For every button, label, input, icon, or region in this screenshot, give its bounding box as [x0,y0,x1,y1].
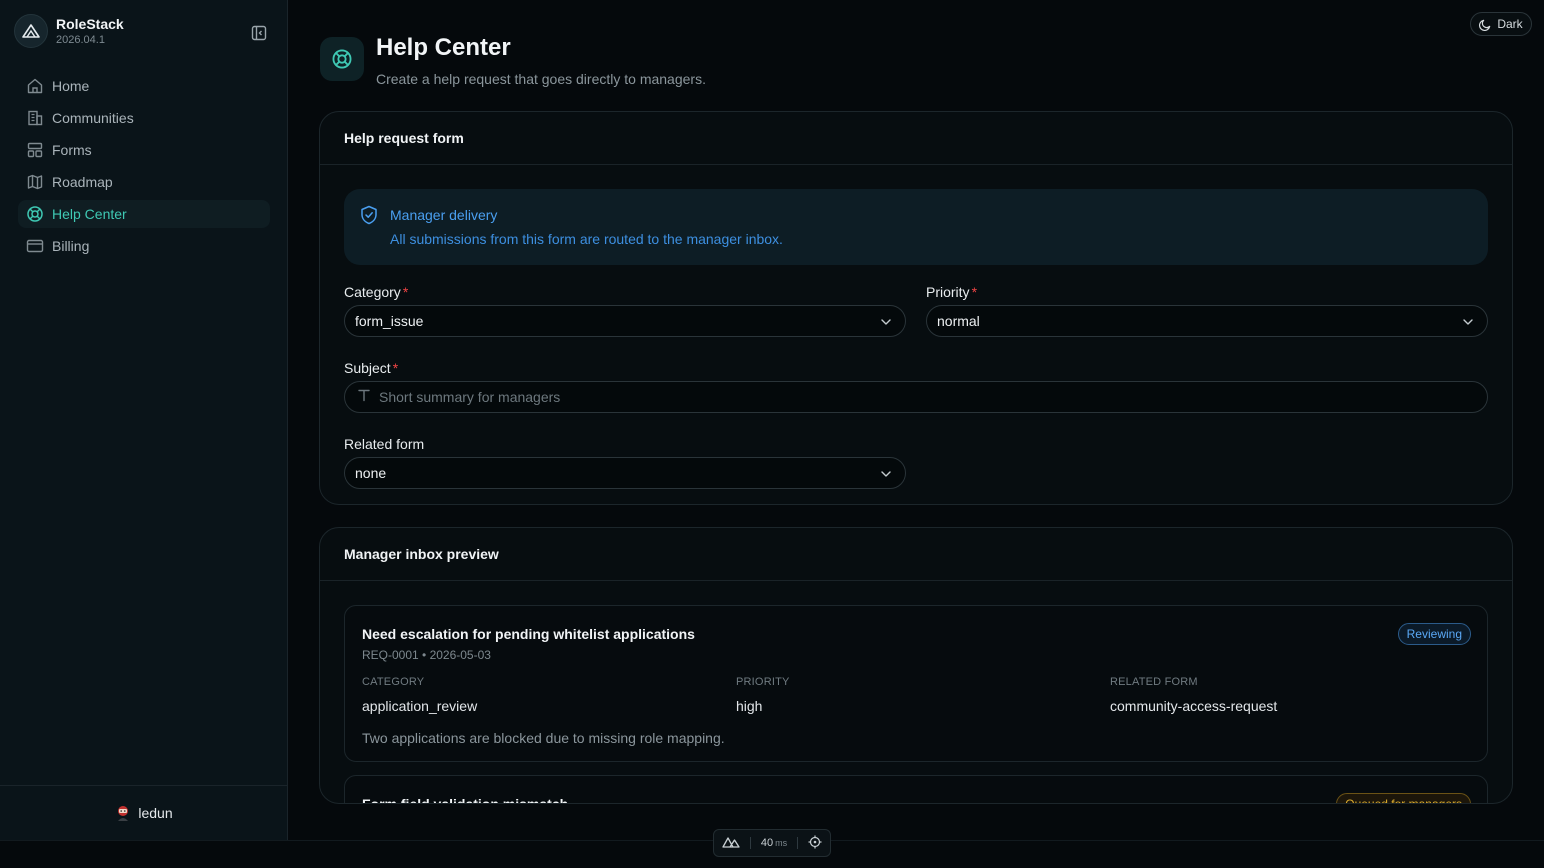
sidebar: RoleStack 2026.04.1 Home Communities For… [0,0,288,840]
page-title: Help Center [376,34,511,61]
request-description: Two applications are blocked due to miss… [362,730,725,746]
sidebar-item-label: Forms [52,142,92,158]
app-version: 2026.04.1 [56,34,105,46]
status-badge: Queued for managers [1336,793,1471,803]
subject-field[interactable] [344,381,1488,413]
sidebar-item-label: Billing [52,238,90,254]
category-value: form_issue [355,313,424,329]
category-field-label: CATEGORY [362,676,425,688]
sidebar-item-help-center[interactable]: Help Center [18,200,270,228]
moon-icon [1479,19,1491,31]
avatar [114,804,132,822]
sidebar-item-communities[interactable]: Communities [18,104,270,132]
priority-field-label: PRIORITY [736,676,790,688]
subject-label: Subject * [344,360,399,376]
sidebar-item-label: Roadmap [52,174,113,190]
help-request-form-card: Help request form Manager delivery All s… [319,111,1513,505]
required-marker: * [971,284,978,300]
category-field-value: application_review [362,698,478,714]
page-subtitle: Create a help request that goes directly… [376,71,706,87]
user-name: ledun [138,805,173,821]
text-type-icon [357,388,371,407]
chevron-down-icon [879,467,893,484]
required-marker: * [392,360,399,376]
sidebar-item-label: Communities [52,110,134,126]
dev-toolbar[interactable]: 40 ms [713,829,831,857]
sidebar-item-roadmap[interactable]: Roadmap [18,168,270,196]
request-title: Form field validation mismatch [362,796,569,804]
priority-label: Priority * [926,284,978,300]
latency-value: 40 [760,837,774,849]
card-title: Help request form [320,112,1512,165]
priority-select[interactable]: normal [926,305,1488,337]
lifebuoy-icon [320,37,364,81]
lifebuoy-icon [26,205,44,223]
priority-field-value: high [736,698,763,714]
nuxt-logo-icon[interactable] [722,836,740,851]
logo-icon [14,14,48,48]
related-form-label: Related form [344,436,425,452]
sidebar-nav: Home Communities Forms Roadmap Help Cent… [18,72,270,264]
sidebar-item-forms[interactable]: Forms [18,136,270,164]
sidebar-item-label: Help Center [52,206,127,222]
request-item[interactable]: Need escalation for pending whitelist ap… [344,605,1488,762]
status-badge: Reviewing [1397,623,1471,645]
map-icon [26,173,44,191]
chevron-down-icon [1461,315,1475,332]
subject-input[interactable] [379,389,1429,405]
divider [749,837,751,849]
shield-check-icon [360,205,378,230]
sidebar-item-label: Home [52,78,90,94]
app-name: RoleStack [56,16,124,32]
required-marker: * [402,284,409,300]
crosshair-icon[interactable] [808,835,822,852]
sidebar-item-home[interactable]: Home [18,72,270,100]
related-form-value: none [355,465,387,481]
chevron-down-icon [879,315,893,332]
latency-unit: ms [775,838,788,848]
divider [797,837,799,849]
home-icon [26,77,44,95]
request-meta: REQ-0001 • 2026-05-03 [362,648,491,662]
building-icon [26,109,44,127]
sidebar-item-billing[interactable]: Billing [18,232,270,260]
related-form-field-value: community-access-request [1110,698,1278,714]
manager-inbox-card: Manager inbox preview Need escalation fo… [319,527,1513,804]
brand[interactable]: RoleStack 2026.04.1 [14,14,124,48]
theme-toggle-label: Dark [1497,17,1523,31]
notice-text: All submissions from this form are route… [390,231,783,247]
manager-delivery-notice: Manager delivery All submissions from th… [344,189,1488,265]
category-label: Category * [344,284,409,300]
card-title: Manager inbox preview [320,528,1512,581]
related-form-field-label: RELATED FORM [1110,676,1198,688]
request-title: Need escalation for pending whitelist ap… [362,626,695,642]
priority-value: normal [937,313,980,329]
app-root: RoleStack 2026.04.1 Home Communities For… [0,0,1544,868]
user-menu[interactable]: ledun [0,785,287,840]
category-select[interactable]: form_issue [344,305,906,337]
sidebar-collapse-icon[interactable] [250,24,268,42]
request-item[interactable]: Form field validation mismatch Queued fo… [344,775,1488,804]
credit-card-icon [26,237,44,255]
layout-icon [26,141,44,159]
related-form-select[interactable]: none [344,457,906,489]
latency-readout: 40 ms [761,837,787,849]
notice-title: Manager delivery [390,207,498,223]
theme-toggle-button[interactable]: Dark [1470,12,1532,36]
